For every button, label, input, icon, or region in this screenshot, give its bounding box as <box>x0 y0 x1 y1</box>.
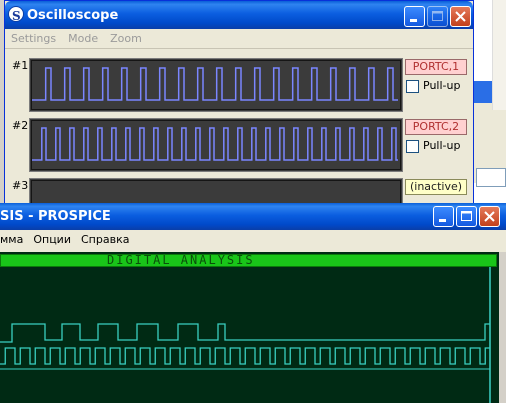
prospice-window: SIS - PROSPICE мма Опции Справка DIGITAL A… <box>0 203 506 403</box>
prospice-title: SIS - PROSPICE <box>0 209 111 224</box>
menu-item-program[interactable]: мма <box>0 233 23 246</box>
close-button[interactable] <box>450 6 471 27</box>
channel-3-label: #3 <box>12 179 29 192</box>
maximize-button[interactable] <box>427 6 448 27</box>
channel-2-screen <box>31 120 401 170</box>
channel-2-waveform <box>32 127 398 161</box>
menu-settings[interactable]: Settings <box>11 32 56 45</box>
prospice-menubar: мма Опции Справка <box>0 233 141 246</box>
prospice-maximize-button[interactable] <box>456 206 477 227</box>
channel-2-pin[interactable]: PORTC,2 <box>405 119 467 135</box>
background-dropdown-fragment[interactable] <box>476 168 506 187</box>
prospice-close-button[interactable] <box>479 206 500 227</box>
menu-separator <box>5 48 473 49</box>
channel-1-waveform <box>32 67 398 101</box>
graph-scrollbar-edge <box>499 252 506 403</box>
oscilloscope-menubar: Settings Mode Zoom <box>11 32 154 45</box>
trace-2-waveform <box>0 347 490 365</box>
channel-2-pullup-checkbox[interactable] <box>406 140 419 153</box>
channel-1-pullup-label: Pull-up <box>423 79 461 92</box>
oscilloscope-title: Oscilloscope <box>27 8 119 23</box>
menu-item-help[interactable]: Справка <box>81 233 129 246</box>
channel-1-screen <box>31 60 401 110</box>
channel-1-pin[interactable]: PORTC,1 <box>405 59 467 75</box>
channel-2-label: #2 <box>12 119 29 132</box>
channel-2-display <box>29 118 403 172</box>
channel-1-display <box>29 58 403 112</box>
channel-1-pullup-checkbox[interactable] <box>406 80 419 93</box>
background-scrollbar[interactable] <box>492 0 506 110</box>
app-logo-icon: S <box>8 6 24 23</box>
prospice-titlebar[interactable]: SIS - PROSPICE <box>0 203 506 230</box>
minimize-button[interactable] <box>404 6 425 27</box>
channel-1-label: #1 <box>12 59 29 72</box>
channel-3-pin[interactable]: (inactive) <box>405 179 467 195</box>
channel-2-pullup-label: Pull-up <box>423 139 461 152</box>
menu-item-options[interactable]: Опции <box>33 233 71 246</box>
digital-analysis-graph: DIGITAL ANALYSIS <box>0 252 499 403</box>
menu-mode[interactable]: Mode <box>68 32 98 45</box>
prospice-minimize-button[interactable] <box>433 206 454 227</box>
menu-zoom[interactable]: Zoom <box>110 32 142 45</box>
svg-text:S: S <box>12 9 21 22</box>
oscilloscope-titlebar[interactable]: S Oscilloscope <box>5 1 473 29</box>
oscilloscope-window: S Oscilloscope Settings Mode Zoom #1 PORTC… <box>4 0 474 220</box>
trace-1-waveform <box>0 323 490 343</box>
